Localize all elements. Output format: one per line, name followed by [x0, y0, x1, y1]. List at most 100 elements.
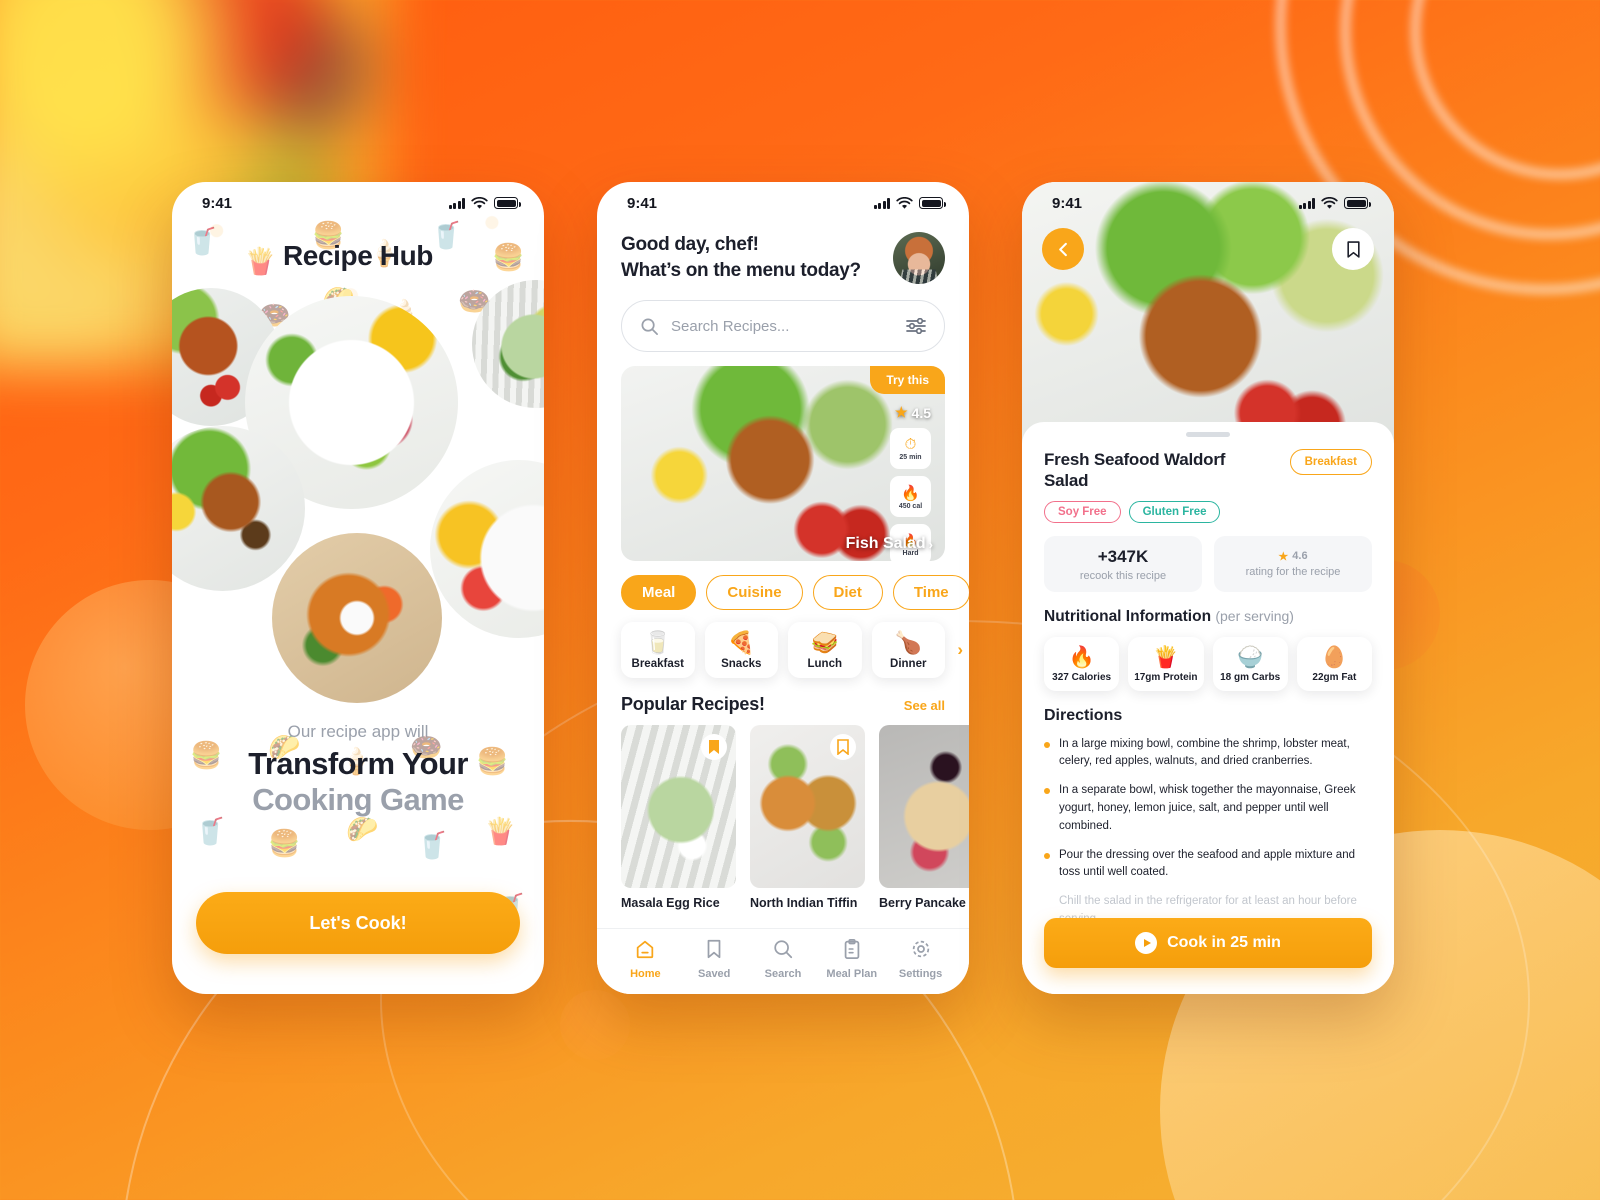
- recipe-name: Berry Pancake: [879, 896, 966, 911]
- recipe-card[interactable]: North Indian Tiffin: [750, 725, 865, 910]
- filter-chip-meal[interactable]: Meal: [621, 575, 697, 610]
- status-time: 9:41: [1052, 194, 1083, 212]
- recipe-card[interactable]: Masala Egg Rice: [621, 725, 736, 910]
- snacks-icon: 🍕: [727, 630, 755, 655]
- tab-meal-plan[interactable]: Meal Plan: [817, 938, 886, 980]
- food-collage: [172, 278, 544, 718]
- filter-chip-row: Meal Cuisine Diet Time: [597, 561, 969, 610]
- tab-saved[interactable]: Saved: [680, 938, 749, 980]
- battery-icon: [1344, 197, 1371, 209]
- clipboard-icon: [844, 938, 860, 959]
- filter-chip-time[interactable]: Time: [892, 575, 969, 610]
- collage-image-taco-bowl: [272, 533, 442, 703]
- tab-label: Settings: [898, 967, 943, 980]
- direction-step: In a large mixing bowl, combine the shri…: [1044, 736, 1372, 772]
- search-bar[interactable]: [621, 300, 945, 352]
- recipe-stats-row: +347K recook this recipe ★ 4.6 rating fo…: [1044, 535, 1372, 592]
- search-icon: [774, 939, 793, 958]
- recipe-image: [750, 725, 865, 889]
- tab-label: Home: [630, 967, 661, 980]
- direction-step: In a separate bowl, whisk together the m…: [1044, 782, 1372, 835]
- bookmark-button[interactable]: [701, 734, 727, 761]
- dinner-icon: 🍗: [894, 630, 922, 655]
- see-all-link[interactable]: See all: [904, 698, 945, 713]
- nutrition-label: 22gm Fat: [1312, 671, 1357, 683]
- filter-chip-cuisine[interactable]: Cuisine: [706, 575, 803, 610]
- featured-recipe-card[interactable]: Try this ★ 4.5 ⏱ 25 min 🔥 450 cal 🔥 Hard…: [621, 366, 945, 561]
- avatar[interactable]: [893, 232, 945, 284]
- hero-recipe-name: Fish Salad: [845, 535, 926, 552]
- bookmark-icon: [707, 939, 721, 958]
- nutrition-label: 327 Calories: [1052, 671, 1112, 683]
- bottom-navigation: Home Saved Search Meal Plan Settings: [597, 928, 969, 994]
- home-icon: [637, 940, 654, 958]
- sheet-grabber[interactable]: [1186, 432, 1230, 437]
- fat-icon: 🥚: [1321, 645, 1348, 669]
- try-this-badge: Try this: [870, 366, 945, 394]
- status-bar: 9:41: [172, 182, 544, 218]
- tab-search[interactable]: Search: [749, 938, 818, 980]
- greeting-line-2: What’s on the menu today?: [621, 259, 861, 281]
- back-button[interactable]: [1042, 228, 1084, 270]
- status-bar: 9:41: [597, 182, 969, 218]
- category-snacks[interactable]: 🍕 Snacks: [704, 622, 778, 679]
- chevron-right-icon: ›: [928, 536, 933, 552]
- hero-calories-label: 450 cal: [898, 502, 923, 510]
- nutrition-protein: 🍟 17gm Protein: [1128, 636, 1204, 691]
- tagline-small: Our recipe app will: [287, 722, 429, 741]
- tag-soy-free: Soy Free: [1044, 500, 1121, 523]
- sliders-icon[interactable]: [906, 318, 926, 334]
- breakfast-icon: 🥛: [644, 630, 672, 655]
- bullet-icon: [1044, 788, 1050, 795]
- category-next-arrow-icon[interactable]: ›: [957, 640, 963, 660]
- home-screen: 9:41 Good day, chef! What’s on the menu …: [597, 182, 969, 994]
- wifi-icon: [1321, 196, 1338, 209]
- recipe-name: North Indian Tiffin: [750, 896, 858, 911]
- rating-value-row: ★ 4.6: [1218, 547, 1368, 563]
- carbs-icon: 🍚: [1237, 645, 1264, 669]
- battery-icon: [919, 197, 946, 209]
- cook-button-label: Cook in 25 min: [1167, 934, 1281, 951]
- popular-recipes-header: Popular Recipes! See all: [597, 678, 969, 715]
- collage-image-green-salad: [472, 280, 544, 408]
- hero-badge-time: ⏱ 25 min: [890, 428, 931, 469]
- category-lunch[interactable]: 🥪 Lunch: [788, 622, 862, 679]
- recipe-card-row: Masala Egg Rice North Indian Tiffin Berr…: [597, 715, 969, 910]
- recipe-card[interactable]: Berry Pancake: [879, 725, 969, 910]
- direction-text: In a separate bowl, whisk together the m…: [1059, 784, 1356, 832]
- status-time: 9:41: [627, 194, 658, 212]
- category-label: Lunch: [807, 658, 843, 671]
- meal-type-badge: Breakfast: [1289, 449, 1372, 475]
- hero-badge-calories: 🔥 450 cal: [890, 476, 931, 517]
- recipe-title: Fresh Seafood Waldorf Salad: [1044, 450, 1226, 491]
- status-icons: [448, 196, 521, 210]
- bookmark-button[interactable]: [830, 734, 856, 761]
- category-label: Dinner: [890, 658, 927, 671]
- gear-icon: [912, 940, 929, 957]
- greeting-line-1: Good day, chef!: [621, 234, 759, 255]
- tab-settings[interactable]: Settings: [886, 938, 955, 980]
- rating-caption: rating for the recipe: [1245, 565, 1341, 578]
- recipe-image: [621, 725, 736, 889]
- stat-recooks: +347K recook this recipe: [1044, 535, 1202, 592]
- calories-icon: 🔥: [1068, 645, 1095, 669]
- recipe-title-row: Fresh Seafood Waldorf Salad Breakfast: [1044, 449, 1372, 492]
- direction-text: Pour the dressing over the seafood and a…: [1059, 848, 1355, 879]
- star-icon: ★: [894, 404, 908, 420]
- bookmark-button[interactable]: [1332, 228, 1374, 270]
- bookmark-icon: [1346, 240, 1360, 258]
- recipe-detail-screen: 9:41 Fresh Seafood Waldorf Salad Breakfa…: [1022, 182, 1394, 994]
- lets-cook-button[interactable]: Let's Cook!: [196, 892, 520, 954]
- tab-home[interactable]: Home: [611, 938, 680, 980]
- category-breakfast[interactable]: 🥛 Breakfast: [621, 622, 695, 679]
- star-icon: ★: [1278, 550, 1289, 563]
- page-title: Recipe Hub: [282, 240, 434, 271]
- category-dinner[interactable]: 🍗 Dinner: [871, 622, 945, 679]
- chevron-left-icon: [1058, 242, 1067, 256]
- search-input[interactable]: [671, 317, 894, 335]
- filter-chip-diet[interactable]: Diet: [812, 575, 883, 610]
- nutrition-label: 18 gm Carbs: [1220, 671, 1281, 683]
- cook-button[interactable]: Cook in 25 min: [1044, 918, 1372, 968]
- protein-icon: 🍟: [1152, 645, 1179, 669]
- bookmark-icon: [837, 739, 849, 756]
